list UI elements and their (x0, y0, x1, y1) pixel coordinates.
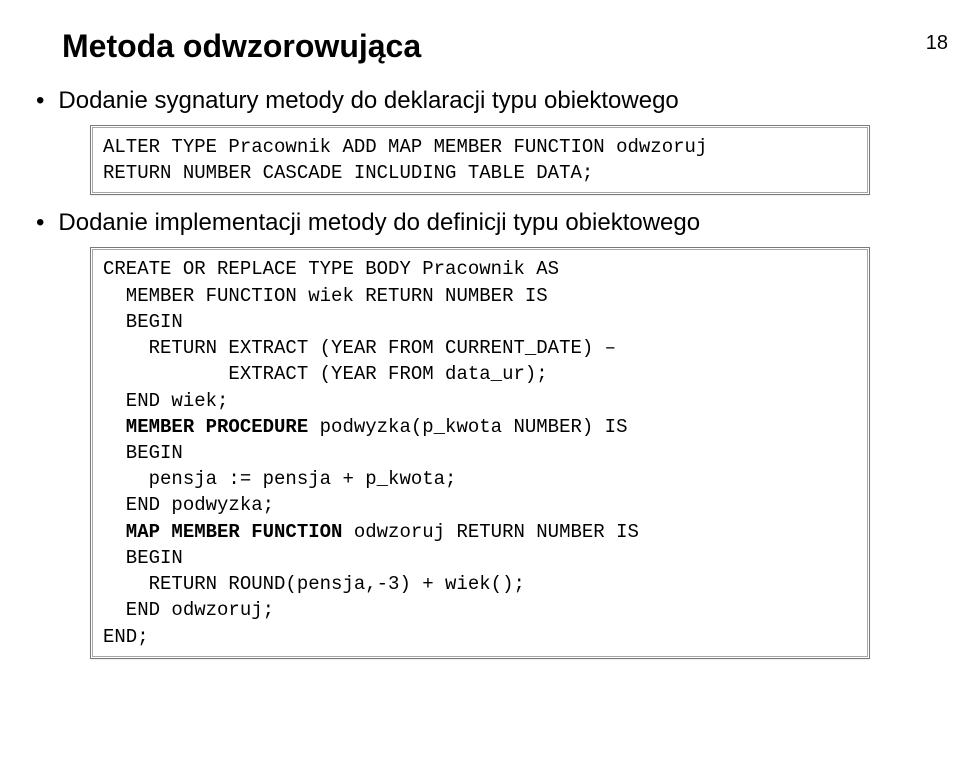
code2-l10: END podwyzka; (103, 494, 274, 516)
code1-l1: ALTER TYPE Pracownik ADD MAP MEMBER FUNC… (103, 136, 707, 158)
code-1: ALTER TYPE Pracownik ADD MAP MEMBER FUNC… (103, 134, 857, 186)
bullet-1: Dodanie sygnatury metody do deklaracji t… (36, 87, 960, 115)
code2-l5: EXTRACT (YEAR FROM data_ur); (103, 363, 548, 385)
code2-l7a: MEMBER PROCEDURE (103, 416, 308, 438)
code2-l7b: podwyzka(p_kwota NUMBER) IS (308, 416, 627, 438)
code2-l9: pensja := pensja + p_kwota; (103, 468, 456, 490)
code2-l11b: odwzoruj RETURN NUMBER IS (342, 521, 638, 543)
code2-l14: END odwzoruj; (103, 599, 274, 621)
code2-l6: END wiek; (103, 390, 228, 412)
code2-l4: RETURN EXTRACT (YEAR FROM CURRENT_DATE) … (103, 337, 616, 359)
bullet-1-text: Dodanie sygnatury metody do deklaracji t… (58, 87, 678, 115)
code2-l3: BEGIN (103, 311, 183, 333)
code-2: CREATE OR REPLACE TYPE BODY Pracownik AS… (103, 256, 857, 649)
code-box-2: CREATE OR REPLACE TYPE BODY Pracownik AS… (90, 247, 870, 658)
code-box-1: ALTER TYPE Pracownik ADD MAP MEMBER FUNC… (90, 125, 870, 195)
code2-l13: RETURN ROUND(pensja,-3) + wiek(); (103, 573, 525, 595)
code2-l2: MEMBER FUNCTION wiek RETURN NUMBER IS (103, 285, 548, 307)
code1-l2: RETURN NUMBER CASCADE INCLUDING TABLE DA… (103, 162, 593, 184)
code-box-2-inner: CREATE OR REPLACE TYPE BODY Pracownik AS… (92, 249, 868, 656)
bullet-2: Dodanie implementacji metody do definicj… (36, 209, 960, 237)
code-box-1-inner: ALTER TYPE Pracownik ADD MAP MEMBER FUNC… (92, 127, 868, 193)
code2-l8: BEGIN (103, 442, 183, 464)
code2-l11a: MAP MEMBER FUNCTION (103, 521, 342, 543)
bullet-2-text: Dodanie implementacji metody do definicj… (58, 209, 700, 237)
page-number: 18 (926, 32, 948, 55)
code2-l1: CREATE OR REPLACE TYPE BODY Pracownik AS (103, 258, 559, 280)
code2-l12: BEGIN (103, 547, 183, 569)
code2-l15: END; (103, 626, 149, 648)
page-title: Metoda odwzorowująca (62, 28, 960, 65)
